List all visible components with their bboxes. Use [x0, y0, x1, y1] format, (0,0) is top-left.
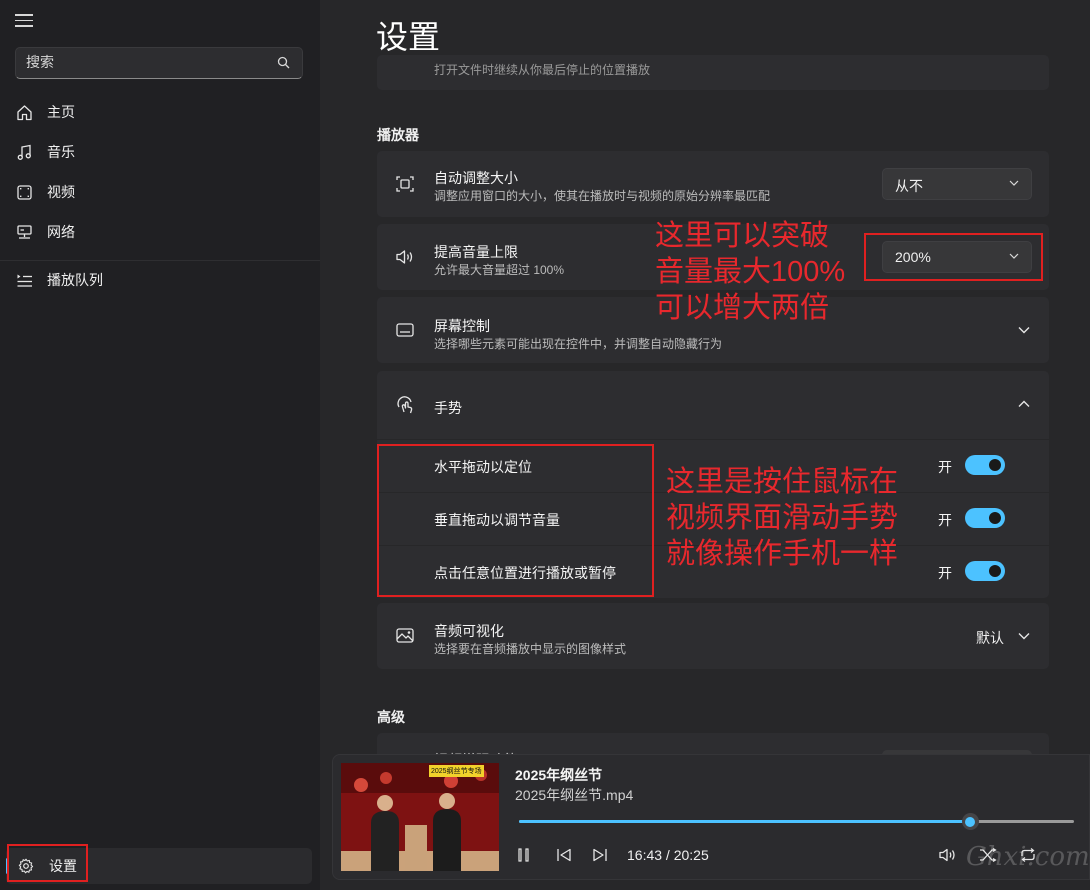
touch-gesture-icon — [395, 395, 415, 415]
dropdown-value: 从不 — [895, 178, 923, 194]
chevron-down-icon — [1009, 180, 1019, 186]
toggle-switch[interactable] — [965, 508, 1005, 528]
thumbnail-image — [341, 763, 499, 871]
annotation-line: 这里可以突破 — [655, 220, 830, 252]
section-title-advanced: 高级 — [377, 709, 405, 725]
sidebar-item-label: 视频 — [47, 184, 75, 200]
annotation-line: 音量最大100% — [655, 256, 846, 288]
section-title-player: 播放器 — [377, 127, 419, 143]
toggle-switch[interactable] — [965, 561, 1005, 581]
playback-time: 16:43 / 20:25 — [627, 847, 709, 863]
resume-playback-card: 打开文件时继续从你最后停止的位置播放 — [377, 55, 1049, 90]
card-title: 手势 — [434, 400, 462, 416]
thumbnail-caption: 2025纲丝节专场 — [429, 765, 484, 777]
hamburger-menu-icon[interactable] — [15, 14, 33, 28]
previous-button[interactable] — [553, 845, 575, 865]
card-subtitle: 调整应用窗口的大小，使其在播放时与视频的原始分辨率最匹配 — [434, 189, 771, 203]
image-visualizer-icon — [395, 626, 415, 646]
annotation-line: 视频界面滑动手势 — [666, 502, 899, 534]
sidebar-item-label: 播放队列 — [47, 272, 103, 288]
card-subtitle: 允许最大音量超过 100% — [434, 263, 565, 277]
speaker-icon — [395, 247, 415, 267]
toggle-state-label: 开 — [938, 459, 952, 475]
playlist-icon — [14, 270, 34, 290]
video-thumbnail[interactable]: 2025纲丝节专场 — [341, 763, 499, 871]
skip-forward-icon — [593, 848, 607, 862]
card-subtitle: 选择哪些元素可能出现在控件中，并调整自动隐藏行为 — [434, 337, 723, 351]
highlight-box-volume — [864, 233, 1043, 281]
visualizer-value[interactable]: 默认 — [976, 628, 1004, 648]
annotation-volume: 这里可以突破 音量最大100% 可以增大两倍 — [655, 218, 845, 326]
skip-back-icon — [557, 848, 571, 862]
gestures-card[interactable]: 手势 — [377, 371, 1049, 439]
music-note-icon — [14, 142, 34, 162]
auto-resize-card: 自动调整大小 调整应用窗口的大小，使其在播放时与视频的原始分辨率最匹配 从不 — [377, 151, 1049, 217]
chevron-down-icon[interactable] — [1018, 632, 1030, 640]
page-title: 设置 — [376, 19, 441, 55]
card-title: 自动调整大小 — [434, 170, 518, 186]
seek-bar[interactable] — [519, 813, 1074, 830]
highlight-box-settings — [7, 844, 88, 882]
highlight-box-gestures — [377, 444, 654, 597]
sidebar-item-label: 音乐 — [47, 144, 75, 160]
resize-icon — [395, 174, 415, 194]
pause-button[interactable] — [513, 845, 535, 865]
watermark-logo: Ghxi.com — [966, 842, 1090, 872]
toggle-switch[interactable] — [965, 455, 1005, 475]
card-title: 提高音量上限 — [434, 244, 518, 260]
speaker-icon — [939, 848, 955, 862]
network-icon — [14, 222, 34, 242]
home-icon — [14, 102, 34, 122]
sidebar-item-label: 网络 — [47, 224, 75, 240]
pause-icon — [518, 848, 529, 862]
card-title: 音频可视化 — [434, 623, 504, 639]
toggle-knob — [989, 512, 1001, 524]
sidebar-item-video[interactable]: 视频 — [6, 174, 312, 210]
seek-progress — [519, 820, 970, 823]
card-subtitle: 打开文件时继续从你最后停止的位置播放 — [434, 63, 651, 77]
sidebar-item-play-queue[interactable]: 播放队列 — [6, 262, 312, 298]
media-title: 2025年纲丝节 — [515, 767, 603, 783]
search-input[interactable] — [16, 48, 266, 76]
annotation-gestures: 这里是按住鼠标在 视频界面滑动手势 就像操作手机一样 — [666, 464, 898, 572]
sidebar-item-network[interactable]: 网络 — [6, 214, 312, 250]
sidebar: 主页 音乐 视频 网络 播放队列 设置 — [0, 0, 320, 890]
sidebar-item-label: 主页 — [47, 104, 75, 120]
card-subtitle: 选择要在音频播放中显示的图像样式 — [434, 642, 627, 656]
annotation-line: 可以增大两倍 — [655, 292, 830, 324]
media-filename: 2025年纲丝节.mp4 — [515, 787, 634, 803]
film-icon — [14, 182, 34, 202]
seek-thumb[interactable] — [961, 813, 979, 830]
toggle-knob — [989, 565, 1001, 577]
auto-resize-dropdown[interactable]: 从不 — [882, 168, 1032, 200]
card-title: 屏幕控制 — [434, 318, 490, 334]
toggle-state-label: 开 — [938, 512, 952, 528]
sidebar-item-home[interactable]: 主页 — [6, 94, 312, 130]
screen-icon — [395, 320, 415, 340]
volume-button[interactable] — [937, 845, 959, 865]
toggle-knob — [989, 459, 1001, 471]
annotation-line: 就像操作手机一样 — [666, 538, 899, 570]
search-box[interactable] — [15, 47, 303, 79]
toggle-state-label: 开 — [938, 565, 952, 581]
audio-visualizer-card[interactable]: 音频可视化 选择要在音频播放中显示的图像样式 默认 — [377, 603, 1049, 669]
next-button[interactable] — [589, 845, 611, 865]
chevron-up-icon[interactable] — [1018, 400, 1030, 408]
chevron-down-icon[interactable] — [1018, 326, 1030, 334]
search-icon[interactable] — [277, 56, 290, 69]
annotation-line: 这里是按住鼠标在 — [666, 466, 899, 498]
nav-divider — [0, 260, 320, 261]
sidebar-item-music[interactable]: 音乐 — [6, 134, 312, 170]
